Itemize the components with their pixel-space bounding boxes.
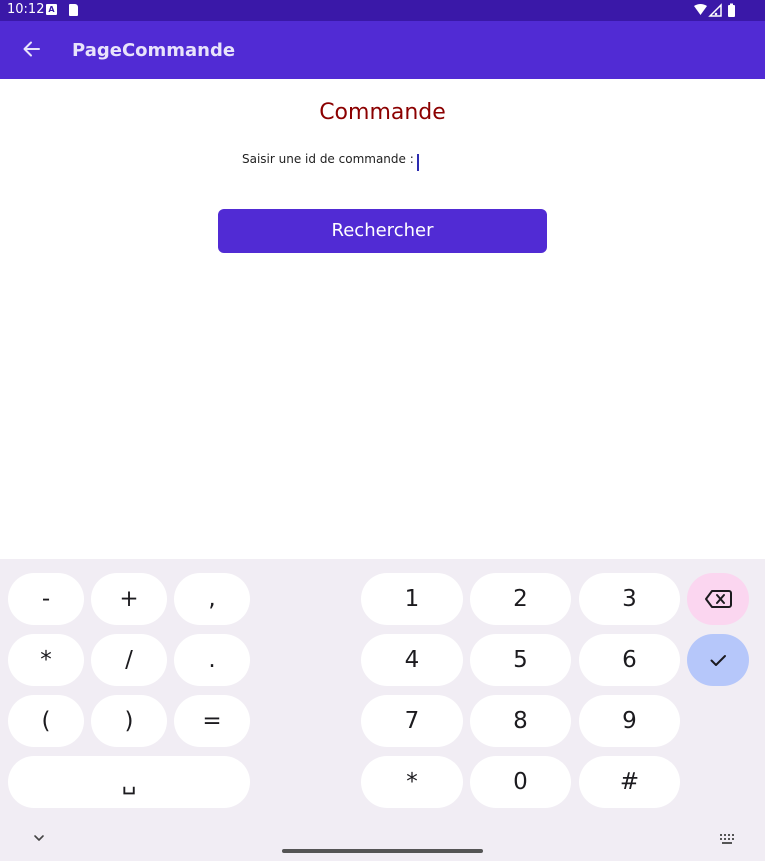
key-5[interactable]: 5	[470, 634, 571, 686]
key-label: 6	[622, 647, 637, 673]
key-0[interactable]: 0	[470, 756, 571, 808]
input-method-icon: A	[46, 4, 57, 15]
key-equals[interactable]: =	[174, 695, 250, 747]
arrow-left-icon	[23, 41, 40, 57]
key-plus[interactable]: +	[91, 573, 167, 625]
key-asterisk[interactable]: *	[8, 634, 84, 686]
page-content: Commande Saisir une id de commande : Rec…	[0, 79, 765, 559]
key-label: ,	[208, 586, 216, 612]
key-label: *	[40, 647, 52, 673]
key-label: 0	[513, 769, 528, 795]
navigation-handle[interactable]	[282, 849, 483, 853]
key-3[interactable]: 3	[579, 573, 680, 625]
search-button[interactable]: Rechercher	[218, 209, 547, 253]
key-2[interactable]: 2	[470, 573, 571, 625]
key-6[interactable]: 6	[579, 634, 680, 686]
text-cursor	[417, 154, 419, 171]
enter-key[interactable]	[687, 634, 749, 686]
key-label: 1	[404, 586, 420, 612]
status-bar: 10:12 A	[0, 0, 765, 21]
page-title: Commande	[319, 100, 446, 125]
key-label: -	[41, 586, 51, 612]
keyboard-icon[interactable]	[714, 832, 738, 846]
app-title: PageCommande	[72, 40, 236, 61]
key-label: 2	[513, 586, 528, 612]
key-space[interactable]: ␣	[8, 756, 250, 808]
key-slash[interactable]: /	[91, 634, 167, 686]
key-label: +	[119, 586, 139, 612]
order-id-input[interactable]	[414, 150, 614, 172]
key-minus[interactable]: -	[8, 573, 84, 625]
key-label: =	[202, 708, 222, 734]
key-label: #	[619, 769, 640, 795]
key-7[interactable]: 7	[361, 695, 463, 747]
key-label: 5	[513, 647, 528, 673]
key-comma[interactable]: ,	[174, 573, 250, 625]
key-label: 7	[404, 708, 420, 734]
key-label: *	[406, 769, 418, 795]
key-4[interactable]: 4	[361, 634, 463, 686]
status-time: 10:12	[7, 2, 45, 17]
order-id-label: Saisir une id de commande :	[242, 152, 414, 166]
status-icons	[694, 3, 735, 17]
key-label: 8	[513, 708, 528, 734]
key-label: )	[124, 708, 134, 734]
chevron-down-icon[interactable]	[29, 830, 49, 846]
key-star[interactable]: *	[361, 756, 463, 808]
key-label: (	[41, 708, 51, 734]
key-label: 9	[622, 708, 637, 734]
sd-card-icon	[69, 4, 78, 16]
wifi-icon	[694, 4, 707, 15]
check-icon	[710, 655, 726, 666]
key-open-paren[interactable]: (	[8, 695, 84, 747]
key-1[interactable]: 1	[361, 573, 463, 625]
backspace-icon	[705, 590, 732, 608]
key-period[interactable]: .	[174, 634, 250, 686]
key-label: 4	[404, 647, 420, 673]
key-hash[interactable]: #	[579, 756, 680, 808]
key-label: ␣	[121, 769, 137, 795]
key-label: /	[125, 647, 133, 673]
key-label: 3	[622, 586, 637, 612]
battery-icon	[728, 5, 735, 17]
app-bar: PageCommande	[0, 21, 765, 79]
numeric-keyboard: - + , * / . ( ) = ␣ 1 2 3 4 5 6 7 8 9 * …	[0, 559, 765, 861]
back-button[interactable]	[14, 31, 50, 67]
key-8[interactable]: 8	[470, 695, 571, 747]
key-label: .	[208, 647, 216, 673]
backspace-key[interactable]	[687, 573, 749, 625]
key-close-paren[interactable]: )	[91, 695, 167, 747]
key-9[interactable]: 9	[579, 695, 680, 747]
